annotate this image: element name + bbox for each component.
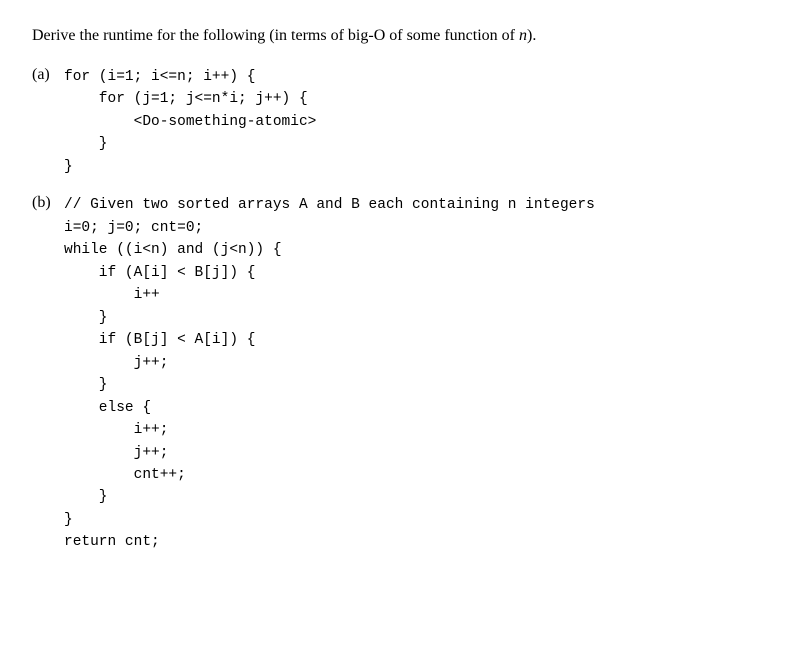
- intro-paragraph: Derive the runtime for the following (in…: [32, 24, 760, 48]
- section-a-content: for (i=1; i<=n; i++) { for (j=1; j<=n*i;…: [64, 66, 760, 178]
- section-b-label: (b): [32, 194, 64, 212]
- section-b-content: // Given two sorted arrays A and B each …: [64, 194, 760, 554]
- section-a-code: for (i=1; i<=n; i++) { for (j=1; j<=n*i;…: [64, 66, 760, 178]
- section-a: (a) for (i=1; i<=n; i++) { for (j=1; j<=…: [32, 66, 760, 178]
- section-b: (b) // Given two sorted arrays A and B e…: [32, 194, 760, 554]
- intro-text-after: ).: [527, 27, 536, 44]
- section-b-code: // Given two sorted arrays A and B each …: [64, 194, 760, 554]
- section-a-label: (a): [32, 66, 64, 84]
- intro-text-before: Derive the runtime for the following (in…: [32, 27, 519, 44]
- intro-variable: n: [519, 27, 527, 44]
